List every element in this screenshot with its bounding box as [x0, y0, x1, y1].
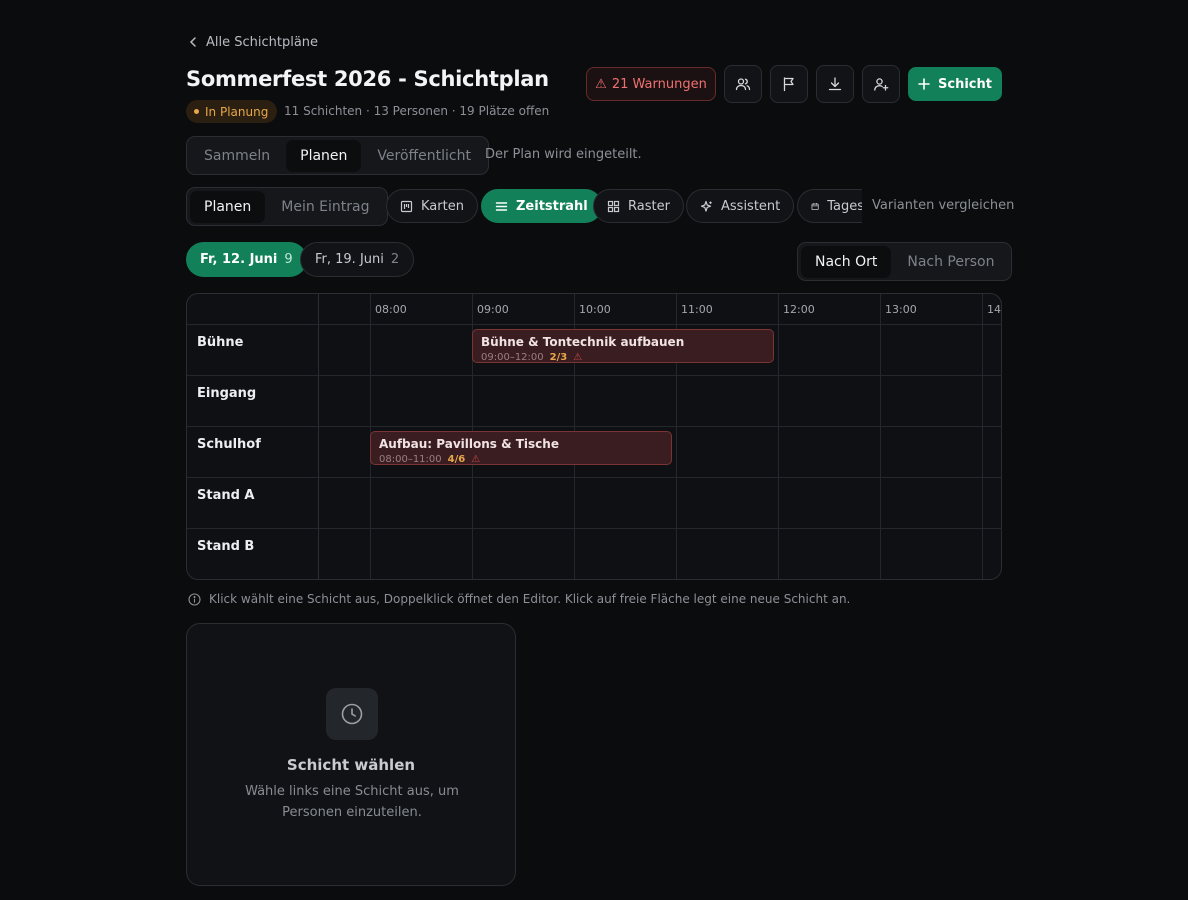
shift-detail-panel: Schicht wählen Wähle links eine Schicht …: [186, 623, 516, 886]
shift-card[interactable]: Aufbau: Pavillons & Tische 08:00–11:00 4…: [370, 431, 672, 465]
hour-label: 13:00: [885, 303, 917, 316]
view-tages-clip: Tages: [797, 189, 862, 223]
day-tab-label: Fr, 19. Juni: [315, 252, 384, 267]
day-tab-count: 2: [390, 252, 400, 267]
view-karten[interactable]: Karten: [386, 189, 478, 223]
row-label: Stand A: [197, 488, 255, 503]
hour-label: 12:00: [783, 303, 815, 316]
shift-title: Aufbau: Pavillons & Tische: [379, 437, 559, 451]
day-tab-1[interactable]: Fr, 12. Juni 9: [186, 242, 307, 277]
hour-label: 08:00: [375, 303, 407, 316]
flag-button[interactable]: [770, 65, 808, 103]
phase-veroeffentlicht[interactable]: Veröffentlicht: [363, 140, 485, 172]
add-person-button[interactable]: [862, 65, 900, 103]
view-raster-label: Raster: [628, 198, 670, 214]
download-button[interactable]: [816, 65, 854, 103]
sparkle-icon: [700, 200, 712, 212]
calendar-icon: [811, 202, 819, 210]
warning-icon: ⚠: [471, 454, 481, 465]
timeline-row[interactable]: Stand B: [187, 529, 1001, 579]
view-raster[interactable]: Raster: [593, 189, 684, 223]
group-by-person[interactable]: Nach Person: [893, 246, 1008, 278]
day-tab-count: 9: [284, 252, 293, 267]
compare-variants-link[interactable]: Varianten vergleichen: [872, 198, 1014, 213]
shift-details: 08:00–11:00 4/6 ⚠: [379, 454, 481, 465]
hour-label: 09:00: [477, 303, 509, 316]
chevron-left-icon: [189, 37, 196, 47]
view-tages[interactable]: Tages: [797, 189, 862, 223]
status-badge-label: In Planung: [205, 104, 269, 119]
timeline-header: 08:00 09:00 10:00 11:00 12:00 13:00 14:0…: [187, 294, 1001, 325]
timeline-hint-text: Klick wählt eine Schicht aus, Doppelklic…: [209, 592, 851, 606]
day-tab-2[interactable]: Fr, 19. Juni 2: [300, 242, 415, 277]
group-by-location[interactable]: Nach Ort: [801, 245, 892, 278]
row-label: Schulhof: [197, 437, 261, 452]
day-tab-label: Fr, 12. Juni: [200, 252, 278, 267]
add-shift-button[interactable]: Schicht: [908, 67, 1002, 101]
timeline-hint: Klick wählt eine Schicht aus, Doppelklic…: [188, 592, 850, 606]
view-tages-label: Tages: [827, 198, 862, 214]
shift-time: 08:00–11:00: [379, 454, 442, 465]
view-assistent-label: Assistent: [721, 198, 781, 214]
add-shift-label: Schicht: [938, 76, 992, 92]
warning-icon: ⚠: [573, 352, 583, 363]
clock-icon: [326, 688, 378, 740]
mode-planen[interactable]: Planen: [190, 190, 266, 223]
flag-icon: [783, 77, 794, 92]
status-badge: In Planung: [186, 100, 278, 123]
download-icon: [828, 77, 842, 91]
shift-fill: 2/3: [549, 352, 568, 363]
row-label: Stand B: [197, 539, 255, 554]
hour-label: 11:00: [681, 303, 713, 316]
plus-icon: [918, 78, 930, 90]
people-icon: [735, 78, 751, 91]
view-zeitstrahl-label: Zeitstrahl: [516, 198, 588, 214]
back-link-label: Alle Schichtpläne: [206, 34, 319, 50]
mode-mein-eintrag[interactable]: Mein Eintrag: [267, 191, 383, 223]
kanban-icon: [400, 200, 413, 212]
back-link[interactable]: Alle Schichtpläne: [188, 33, 318, 51]
list-lines-icon: [495, 201, 508, 211]
warnings-button-label: 21 Warnungen: [611, 76, 707, 92]
grouping-switch: Nach Ort Nach Person: [797, 242, 1013, 281]
view-zeitstrahl[interactable]: Zeitstrahl: [481, 189, 602, 223]
panel-text: Wähle links eine Schicht aus, um Persone…: [245, 784, 459, 820]
grid-icon: [607, 200, 620, 212]
phase-switch: Sammeln Planen Veröffentlicht: [186, 136, 489, 175]
shift-fill: 4/6: [447, 454, 466, 465]
shift-title: Bühne & Tontechnik aufbauen: [481, 335, 685, 349]
plan-meta: 11 Schichten · 13 Personen · 19 Plätze o…: [284, 104, 550, 118]
phase-sammeln[interactable]: Sammeln: [190, 140, 284, 172]
timeline-grid[interactable]: 08:00 09:00 10:00 11:00 12:00 13:00 14:0…: [186, 293, 1002, 580]
warning-icon: ⚠: [595, 76, 607, 92]
shift-details: 09:00–12:00 2/3 ⚠: [481, 352, 583, 363]
status-dot-icon: [194, 109, 199, 114]
page-title: Sommerfest 2026 - Schichtplan: [186, 67, 549, 91]
view-karten-label: Karten: [421, 198, 464, 214]
hour-label: 14:00: [987, 303, 1001, 316]
view-assistent[interactable]: Assistent: [686, 189, 795, 223]
user-plus-icon: [874, 78, 889, 91]
shift-time: 09:00–12:00: [481, 352, 544, 363]
phase-planen[interactable]: Planen: [286, 139, 362, 172]
warnings-button[interactable]: ⚠ 21 Warnungen: [586, 67, 716, 101]
shift-card[interactable]: Bühne & Tontechnik aufbauen 09:00–12:00 …: [472, 329, 774, 363]
info-icon: [188, 592, 201, 606]
people-button[interactable]: [724, 65, 762, 103]
panel-title: Schicht wählen: [286, 756, 416, 774]
row-label: Bühne: [197, 335, 244, 350]
phase-note: Der Plan wird eingeteilt.: [485, 147, 642, 162]
mode-switch: Planen Mein Eintrag: [186, 187, 388, 226]
row-label: Eingang: [197, 386, 257, 401]
timeline-row[interactable]: Stand A: [187, 478, 1001, 529]
hour-label: 10:00: [579, 303, 611, 316]
timeline-row[interactable]: Eingang: [187, 376, 1001, 427]
